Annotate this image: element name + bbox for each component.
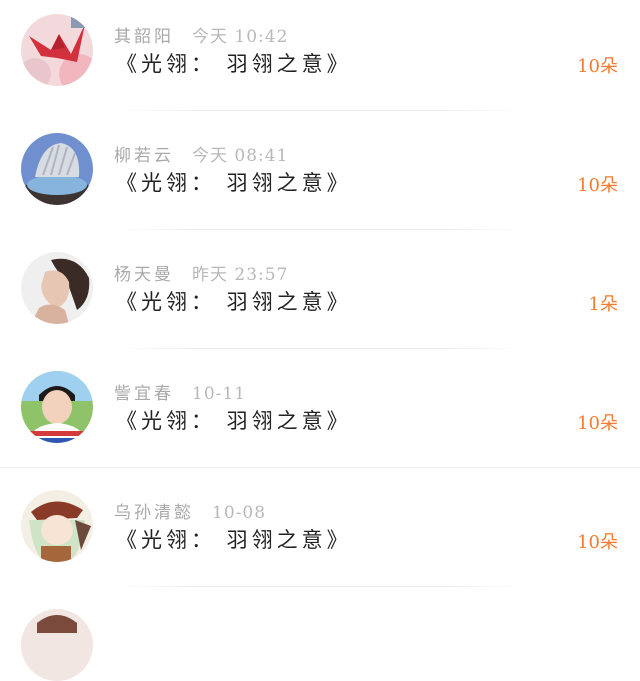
- avatar[interactable]: [21, 133, 93, 205]
- sender-meta: 杨天曼 昨天 23:57: [114, 260, 288, 285]
- divider: [114, 586, 528, 587]
- sender-name: 乌孙清懿: [114, 503, 194, 523]
- send-time: 昨天 23:57: [192, 265, 289, 285]
- list-item[interactable]: 柳若云 今天 08:41 《光翎： 羽翎之意》 10朵: [0, 119, 640, 238]
- gift-title: 《光翎： 羽翎之意》: [116, 528, 352, 552]
- divider: [114, 229, 528, 230]
- send-time: 今天 10:42: [192, 27, 289, 47]
- avatar[interactable]: [21, 371, 93, 443]
- divider: [114, 110, 528, 111]
- gift-record-list: 其韶阳 今天 10:42 《光翎： 羽翎之意》 10朵 柳若云 今天 08:41 《…: [0, 0, 640, 595]
- flower-count: 10朵: [577, 175, 618, 196]
- list-item[interactable]: 訾宜春 10-11 《光翎： 羽翎之意》 10朵: [0, 357, 640, 476]
- list-item[interactable]: 乌孙清懿 10-08 《光翎： 羽翎之意》 10朵: [0, 476, 640, 595]
- avatar[interactable]: [21, 490, 93, 562]
- avatar[interactable]: [21, 609, 93, 681]
- send-time: 今天 08:41: [192, 146, 289, 166]
- gift-title: 《光翎： 羽翎之意》: [116, 409, 352, 433]
- sender-meta: 柳若云 今天 08:41: [114, 141, 288, 166]
- gift-title: 《光翎： 羽翎之意》: [116, 52, 352, 76]
- gift-title: 《光翎： 羽翎之意》: [116, 171, 352, 195]
- flower-count: 1朵: [588, 294, 618, 315]
- list-item[interactable]: 杨天曼 昨天 23:57 《光翎： 羽翎之意》 1朵: [0, 238, 640, 357]
- sender-name: 杨天曼: [114, 265, 174, 285]
- sender-meta: 其韶阳 今天 10:42: [114, 22, 288, 47]
- flower-count: 10朵: [577, 532, 618, 553]
- sender-name: 訾宜春: [114, 384, 174, 404]
- sender-name: 柳若云: [114, 146, 174, 166]
- divider: [114, 348, 528, 349]
- flower-count: 10朵: [577, 56, 618, 77]
- divider: [0, 467, 640, 468]
- flower-count: 10朵: [577, 413, 618, 434]
- list-item[interactable]: 其韶阳 今天 10:42 《光翎： 羽翎之意》 10朵: [0, 0, 640, 119]
- avatar[interactable]: [21, 14, 93, 86]
- avatar[interactable]: [21, 252, 93, 324]
- sender-name: 其韶阳: [114, 27, 174, 47]
- send-time: 10-11: [192, 384, 247, 404]
- gift-title: 《光翎： 羽翎之意》: [116, 290, 352, 314]
- send-time: 10-08: [212, 503, 267, 523]
- sender-meta: 訾宜春 10-11: [114, 379, 246, 404]
- sender-meta: 乌孙清懿 10-08: [114, 498, 266, 523]
